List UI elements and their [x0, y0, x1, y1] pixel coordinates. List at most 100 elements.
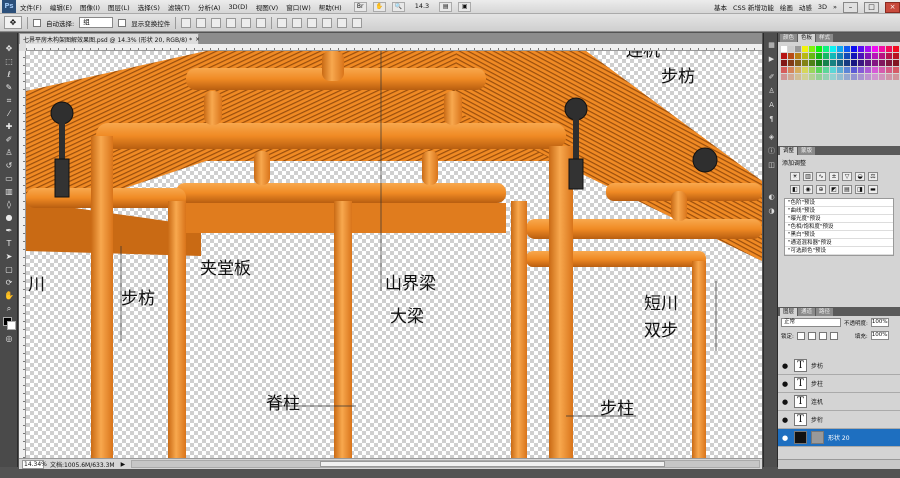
distribute-left-icon[interactable] — [322, 17, 333, 28]
distribute-vcenter-icon[interactable] — [292, 17, 303, 28]
gradient-tool-icon[interactable]: ▥ — [3, 186, 15, 197]
color-swatch[interactable] — [844, 46, 850, 52]
distribute-top-icon[interactable] — [277, 17, 288, 28]
color-swatch[interactable] — [816, 46, 822, 52]
path-select-tool-icon[interactable]: ➤ — [3, 251, 15, 262]
tab-paths[interactable]: 路径 — [816, 308, 834, 316]
healing-brush-tool-icon[interactable]: ✚ — [3, 121, 15, 132]
channel-mixer-icon[interactable]: ⊕ — [816, 185, 826, 194]
color-swatch[interactable] — [858, 74, 864, 80]
distribute-hcenter-icon[interactable] — [337, 17, 348, 28]
color-swatch[interactable] — [795, 46, 801, 52]
color-swatch[interactable] — [858, 67, 864, 73]
blend-mode-dropdown[interactable]: 正常 — [781, 318, 841, 327]
masks-panel-icon[interactable]: ◑ — [767, 207, 776, 216]
color-swatch[interactable] — [893, 67, 899, 73]
color-swatch[interactable] — [816, 60, 822, 66]
doc-info[interactable]: 文档:1005.6M/633.3M — [50, 460, 115, 469]
color-swatch[interactable] — [809, 53, 815, 59]
align-top-icon[interactable] — [181, 17, 192, 28]
hue-saturation-icon[interactable]: ◒ — [855, 172, 865, 181]
tab-styles[interactable]: 样式 — [816, 34, 834, 42]
levels-icon[interactable]: ▥ — [803, 172, 813, 181]
curves-icon[interactable]: ∿ — [816, 172, 826, 181]
eye-icon[interactable]: ● — [780, 379, 790, 389]
color-swatch[interactable] — [886, 67, 892, 73]
color-swatch[interactable] — [844, 74, 850, 80]
marquee-tool-icon[interactable]: ⬚ — [3, 56, 15, 67]
lock-all-icon[interactable] — [829, 331, 838, 340]
menu-layer[interactable]: 图层(L) — [104, 2, 134, 12]
color-swatch[interactable] — [879, 46, 885, 52]
3d-panel-icon[interactable]: ◈ — [767, 133, 776, 142]
color-swatch[interactable] — [844, 60, 850, 66]
document-tab[interactable]: 七界平房木构架图解效果图.psd @ 14.3% (形状 20, RGB/8) … — [19, 33, 200, 44]
distribute-bottom-icon[interactable] — [307, 17, 318, 28]
vibrance-icon[interactable]: ▽ — [842, 172, 852, 181]
color-swatch[interactable] — [816, 53, 822, 59]
color-swatch[interactable] — [872, 46, 878, 52]
color-swatch[interactable] — [823, 53, 829, 59]
clone-stamp-tool-icon[interactable]: ♙ — [3, 147, 15, 158]
eyedropper-tool-icon[interactable]: ⁄ — [3, 108, 15, 119]
tab-swatches[interactable]: 色板 — [798, 34, 816, 42]
color-swatch[interactable] — [795, 60, 801, 66]
color-swatch[interactable] — [788, 67, 794, 73]
ws-more[interactable]: » — [833, 3, 837, 11]
3d-rotate-tool-icon[interactable]: ⟳ — [3, 277, 15, 288]
hand-tool-icon[interactable]: ✋ — [3, 290, 15, 301]
color-swatch[interactable] — [886, 60, 892, 66]
lock-pixels-icon[interactable] — [807, 331, 816, 340]
color-swatch[interactable] — [844, 53, 850, 59]
lock-transparency-icon[interactable] — [796, 331, 805, 340]
clone-source-panel-icon[interactable]: ♙ — [767, 87, 776, 96]
tab-layers[interactable]: 图层 — [780, 308, 798, 316]
show-transform-checkbox[interactable] — [118, 18, 127, 27]
color-swatch[interactable] — [795, 67, 801, 73]
distribute-right-icon[interactable] — [352, 17, 363, 28]
layer-row-selected[interactable]: ● 形状 20 — [778, 429, 900, 447]
color-swatch[interactable] — [872, 60, 878, 66]
color-swatch[interactable] — [865, 60, 871, 66]
bridge-button[interactable]: Br — [353, 1, 367, 12]
preset-exposure[interactable]: "曝光度"预设 — [785, 215, 893, 223]
minimize-button[interactable]: – — [843, 1, 858, 13]
pen-tool-icon[interactable]: ✒ — [3, 225, 15, 236]
menu-edit[interactable]: 编辑(E) — [46, 2, 76, 12]
zoom-level[interactable]: 14.3 — [411, 2, 433, 12]
scroll-thumb[interactable] — [320, 461, 665, 467]
quick-select-tool-icon[interactable]: ✎ — [3, 82, 15, 93]
screen-mode-button[interactable]: ▣ — [458, 1, 472, 12]
color-swatch[interactable] — [886, 53, 892, 59]
menu-window[interactable]: 窗口(W) — [282, 2, 315, 12]
eye-icon[interactable]: ● — [780, 397, 790, 407]
color-swatch[interactable] — [844, 67, 850, 73]
ws-essentials[interactable]: 基本 — [714, 2, 727, 12]
tab-color[interactable]: 颜色 — [780, 34, 798, 42]
menu-select[interactable]: 选择(S) — [134, 2, 164, 12]
color-swatch[interactable] — [893, 46, 899, 52]
exposure-icon[interactable]: ± — [829, 172, 839, 181]
auto-select-dropdown[interactable]: 组 — [79, 17, 114, 28]
tab-adjustments[interactable]: 调整 — [780, 147, 798, 155]
color-swatch[interactable] — [802, 46, 808, 52]
swatch-grid[interactable] — [778, 42, 900, 84]
align-left-icon[interactable] — [226, 17, 237, 28]
color-swatch[interactable] — [809, 60, 815, 66]
fill-field[interactable]: 100% — [870, 331, 889, 340]
background-color-swatch[interactable] — [7, 321, 16, 330]
move-tool-preset-icon[interactable]: ✥ — [4, 16, 22, 29]
color-swatch[interactable] — [809, 46, 815, 52]
color-swatch[interactable] — [830, 74, 836, 80]
color-swatch[interactable] — [809, 67, 815, 73]
color-swatch[interactable] — [837, 74, 843, 80]
ws-css[interactable]: CSS 新增功能 — [733, 2, 774, 12]
navigator-panel-icon[interactable]: ◫ — [767, 161, 776, 170]
color-swatch[interactable] — [858, 60, 864, 66]
color-swatch[interactable] — [802, 60, 808, 66]
menu-help[interactable]: 帮助(H) — [315, 2, 346, 12]
color-swatch[interactable] — [858, 53, 864, 59]
layer-row[interactable]: ● T 连机 — [778, 393, 900, 411]
menu-image[interactable]: 图像(I) — [76, 2, 104, 12]
tab-masks[interactable]: 蒙版 — [798, 147, 816, 155]
